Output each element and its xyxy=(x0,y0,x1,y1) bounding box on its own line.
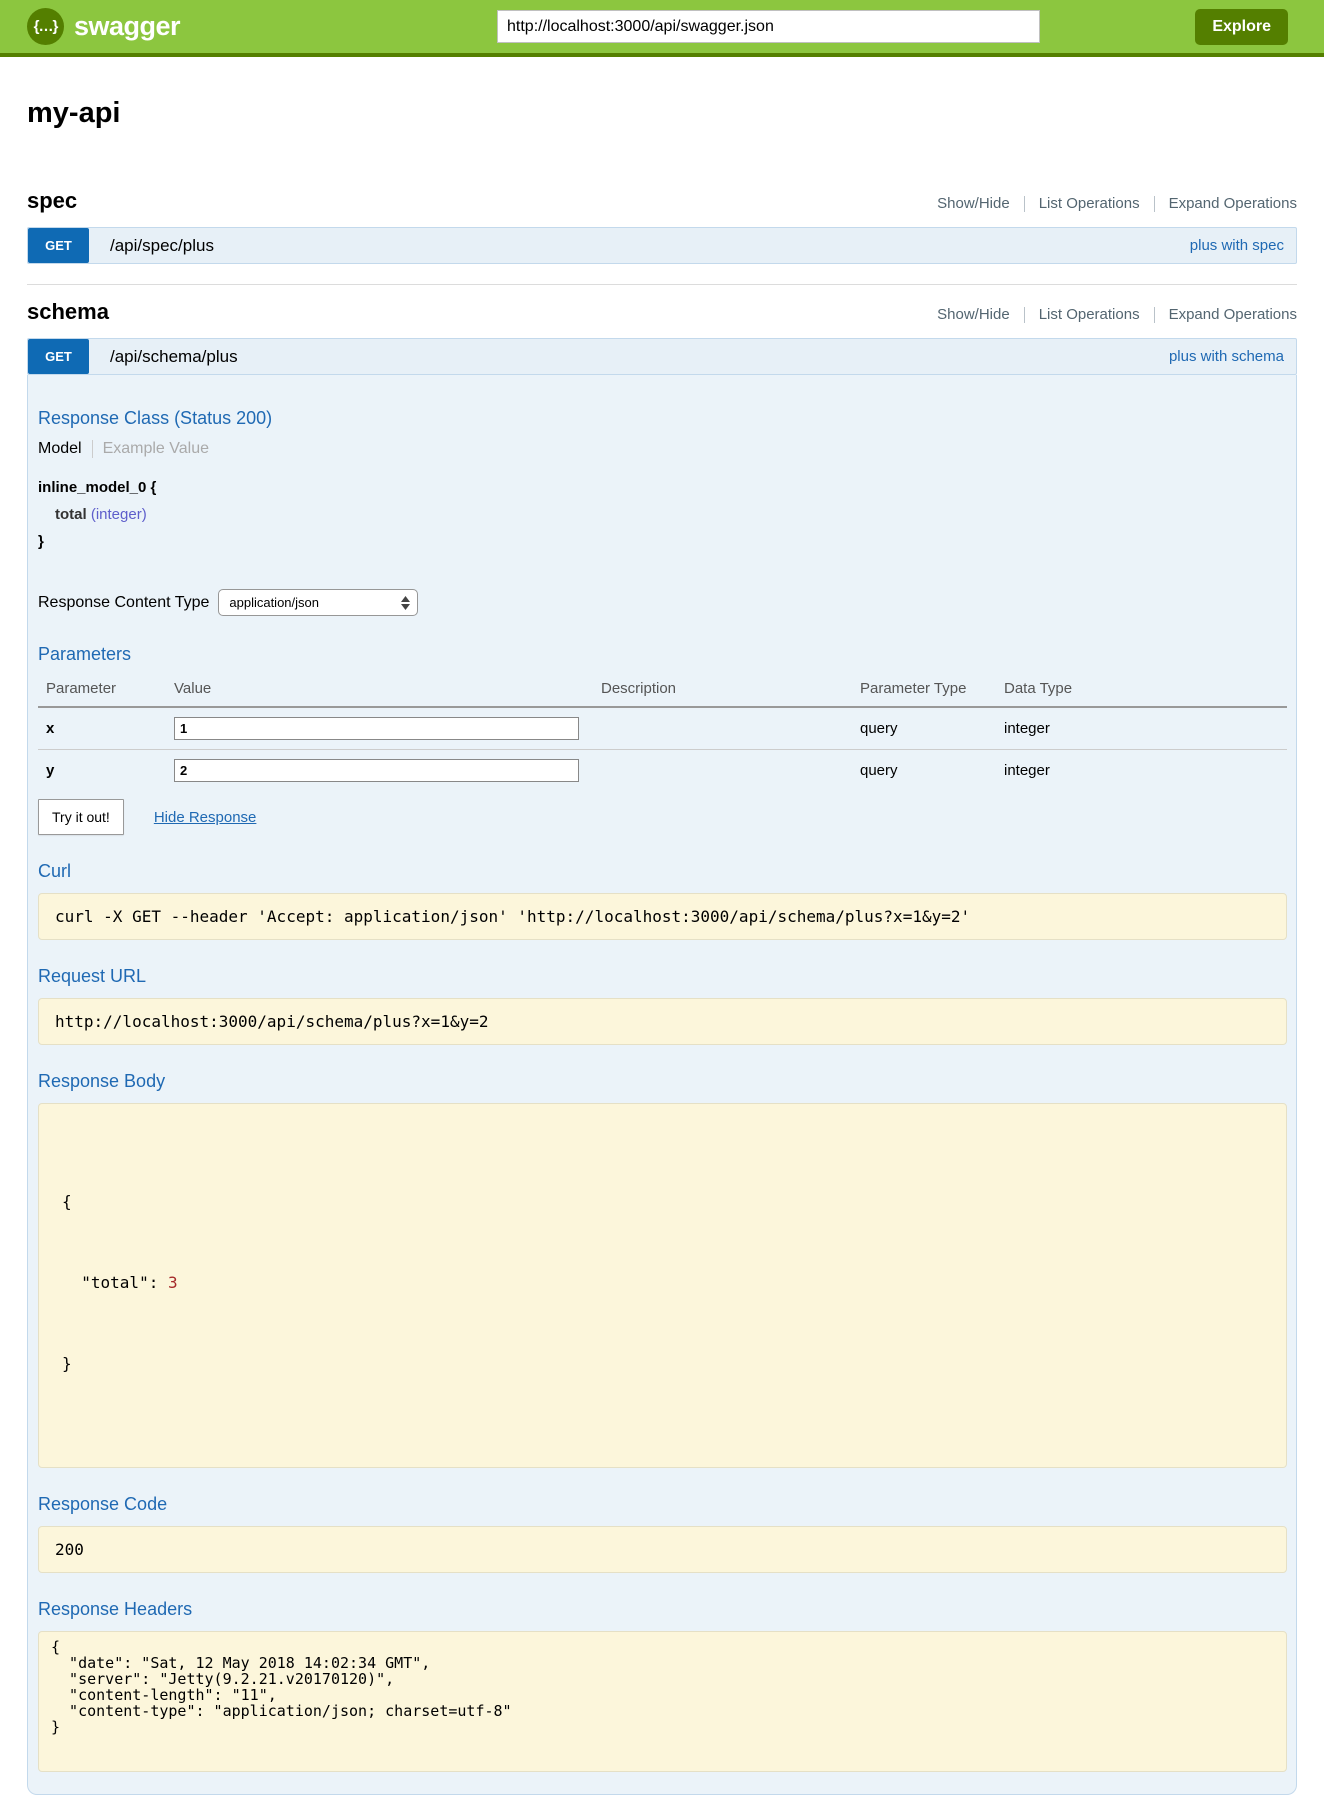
json-value: 3 xyxy=(168,1273,178,1292)
response-class-heading: Response Class (Status 200) xyxy=(38,408,1287,429)
json-total-line: "total": 3 xyxy=(62,1269,1270,1296)
param-value-input-y[interactable] xyxy=(174,759,579,782)
resource-schema-header: schema Show/Hide List Operations Expand … xyxy=(27,299,1297,325)
param-description-x xyxy=(601,707,860,750)
endpoint-row-schema: GET /api/schema/plus plus with schema xyxy=(27,338,1297,375)
try-it-out-row: Try it out! Hide Response xyxy=(38,799,1287,835)
swagger-logo[interactable]: {…} swagger xyxy=(27,8,497,45)
param-data-type-y: integer xyxy=(1004,750,1287,792)
param-data-type-x: integer xyxy=(1004,707,1287,750)
column-data-type: Data Type xyxy=(1004,676,1287,707)
model-signature-open: inline_model_0 { xyxy=(38,474,1287,501)
model-signature: inline_model_0 { total (integer) } xyxy=(38,474,1287,555)
resource-spec: spec Show/Hide List Operations Expand Op… xyxy=(27,188,1297,285)
show-hide-link[interactable]: Show/Hide xyxy=(937,195,1010,212)
json-key: "total": xyxy=(81,1273,168,1292)
column-value: Value xyxy=(174,676,601,707)
response-body-heading: Response Body xyxy=(38,1071,1287,1092)
response-body-json: { "total": 3 } xyxy=(38,1103,1287,1468)
response-code-value: 200 xyxy=(38,1526,1287,1573)
resource-options-schema: Show/Hide List Operations Expand Operati… xyxy=(937,306,1297,323)
curl-heading: Curl xyxy=(38,861,1287,882)
table-row: x query integer xyxy=(38,707,1287,750)
endpoint-row-spec: GET /api/spec/plus plus with spec xyxy=(27,227,1297,264)
response-content-type-row: Response Content Type application/json xyxy=(38,589,1287,616)
endpoint-path-spec[interactable]: /api/spec/plus xyxy=(110,236,214,256)
column-parameter: Parameter xyxy=(38,676,174,707)
curl-command: curl -X GET --header 'Accept: applicatio… xyxy=(38,893,1287,940)
resource-title-schema[interactable]: schema xyxy=(27,299,109,325)
json-open-brace: { xyxy=(62,1188,1270,1215)
response-code-heading: Response Code xyxy=(38,1494,1287,1515)
table-row: y query integer xyxy=(38,750,1287,792)
param-type-y: query xyxy=(860,750,1004,792)
show-hide-link[interactable]: Show/Hide xyxy=(937,306,1010,323)
request-url-value: http://localhost:3000/api/schema/plus?x=… xyxy=(38,998,1287,1045)
list-operations-link[interactable]: List Operations xyxy=(1039,195,1140,212)
request-url-heading: Request URL xyxy=(38,966,1287,987)
swagger-logo-icon: {…} xyxy=(27,8,64,45)
expand-operations-link[interactable]: Expand Operations xyxy=(1169,306,1297,323)
param-name-x: x xyxy=(38,707,174,750)
column-parameter-type: Parameter Type xyxy=(860,676,1004,707)
tab-example-value[interactable]: Example Value xyxy=(103,440,209,458)
list-operations-link[interactable]: List Operations xyxy=(1039,306,1140,323)
resource-schema: schema Show/Hide List Operations Expand … xyxy=(27,299,1297,1795)
tab-divider xyxy=(92,440,93,458)
param-description-y xyxy=(601,750,860,792)
swagger-logo-text: swagger xyxy=(74,11,180,42)
column-description: Description xyxy=(601,676,860,707)
expand-operations-link[interactable]: Expand Operations xyxy=(1169,195,1297,212)
braces-icon: {…} xyxy=(34,18,58,35)
response-headers-heading: Response Headers xyxy=(38,1599,1287,1620)
api-title: my-api xyxy=(27,97,1297,130)
param-name-y: y xyxy=(38,750,174,792)
tab-model[interactable]: Model xyxy=(38,440,82,458)
model-property: total (integer) xyxy=(38,501,1287,528)
model-property-type: (integer) xyxy=(91,506,147,523)
model-property-name: total xyxy=(55,506,87,523)
param-value-input-x[interactable] xyxy=(174,717,579,740)
model-tabs: Model Example Value xyxy=(38,440,1287,458)
get-method-badge[interactable]: GET xyxy=(28,228,89,263)
response-content-type-label: Response Content Type xyxy=(38,594,209,612)
main-content: my-api spec Show/Hide List Operations Ex… xyxy=(0,97,1324,1795)
param-type-x: query xyxy=(860,707,1004,750)
hide-response-link[interactable]: Hide Response xyxy=(154,809,257,826)
select-arrows-icon xyxy=(401,596,410,610)
spec-url-input[interactable] xyxy=(497,10,1040,43)
json-close-brace: } xyxy=(62,1350,1270,1377)
model-signature-close: } xyxy=(38,528,1287,555)
get-method-badge[interactable]: GET xyxy=(28,339,89,374)
parameters-header-row: Parameter Value Description Parameter Ty… xyxy=(38,676,1287,707)
response-content-type-value: application/json xyxy=(229,595,319,610)
try-it-out-button[interactable]: Try it out! xyxy=(38,799,124,835)
response-content-type-select[interactable]: application/json xyxy=(218,589,418,616)
resource-title-spec[interactable]: spec xyxy=(27,188,77,214)
endpoint-summary-schema[interactable]: plus with schema xyxy=(1169,348,1284,365)
endpoint-summary-spec[interactable]: plus with spec xyxy=(1190,237,1284,254)
parameters-table: Parameter Value Description Parameter Ty… xyxy=(38,676,1287,791)
parameters-heading: Parameters xyxy=(38,644,1287,665)
resource-spec-header: spec Show/Hide List Operations Expand Op… xyxy=(27,188,1297,214)
response-headers-json: { "date": "Sat, 12 May 2018 14:02:34 GMT… xyxy=(38,1631,1287,1772)
endpoint-path-schema[interactable]: /api/schema/plus xyxy=(110,347,238,367)
explore-button[interactable]: Explore xyxy=(1195,9,1288,45)
top-bar: {…} swagger Explore xyxy=(0,0,1324,57)
operation-content: Response Class (Status 200) Model Exampl… xyxy=(27,375,1297,1795)
resource-options-spec: Show/Hide List Operations Expand Operati… xyxy=(937,195,1297,212)
